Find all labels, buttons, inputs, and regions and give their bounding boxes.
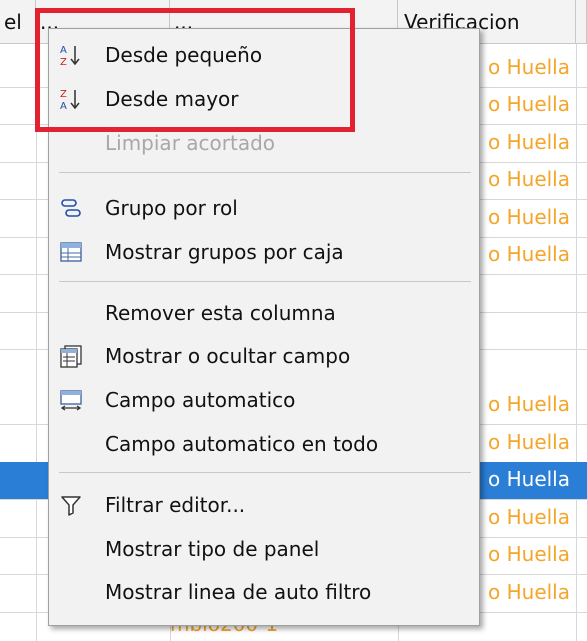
menu-item-group-by[interactable]: Grupo por rol	[49, 188, 479, 228]
menu-item-filter-editor[interactable]: Filtrar editor...	[49, 485, 479, 525]
menu-item-auto-filter-row[interactable]: Mostrar linea de auto filtro	[49, 572, 479, 612]
menu-item-column-chooser[interactable]: Mostrar o ocultar campo	[49, 336, 479, 376]
menu-item-label: Mostrar o ocultar campo	[105, 344, 351, 368]
menu-separator	[59, 281, 471, 282]
column-divider	[576, 44, 577, 641]
menu-item-group-box[interactable]: Mostrar grupos por caja	[49, 232, 479, 272]
menu-separator	[59, 172, 471, 173]
filter-icon	[61, 496, 81, 516]
menu-item-label: Mostrar tipo de panel	[105, 537, 320, 561]
group-by-icon	[61, 199, 81, 217]
menu-item-remove-column[interactable]: Remover esta columna	[49, 293, 479, 333]
column-header[interactable]	[576, 0, 587, 44]
menu-item-show-panel-type[interactable]: Mostrar tipo de panel	[49, 529, 479, 569]
menu-item-best-fit-all[interactable]: Campo automatico en todo	[49, 424, 479, 464]
menu-item-label: Filtrar editor...	[105, 493, 246, 517]
menu-item-label: Campo automatico	[105, 388, 296, 412]
column-divider	[36, 44, 37, 641]
menu-separator	[59, 472, 471, 473]
menu-item-label: Campo automatico en todo	[105, 432, 379, 456]
menu-item-best-fit[interactable]: Campo automatico	[49, 380, 479, 420]
menu-item-label: Grupo por rol	[105, 196, 238, 220]
column-chooser-icon	[60, 345, 82, 368]
best-fit-icon	[60, 390, 82, 411]
menu-item-label: Remover esta columna	[105, 301, 336, 325]
menu-item-label: Mostrar linea de auto filtro	[105, 580, 372, 604]
group-box-icon	[60, 242, 82, 262]
highlight-box	[35, 8, 355, 132]
menu-item-label: Mostrar grupos por caja	[105, 240, 344, 264]
column-header[interactable]: el	[0, 0, 36, 44]
